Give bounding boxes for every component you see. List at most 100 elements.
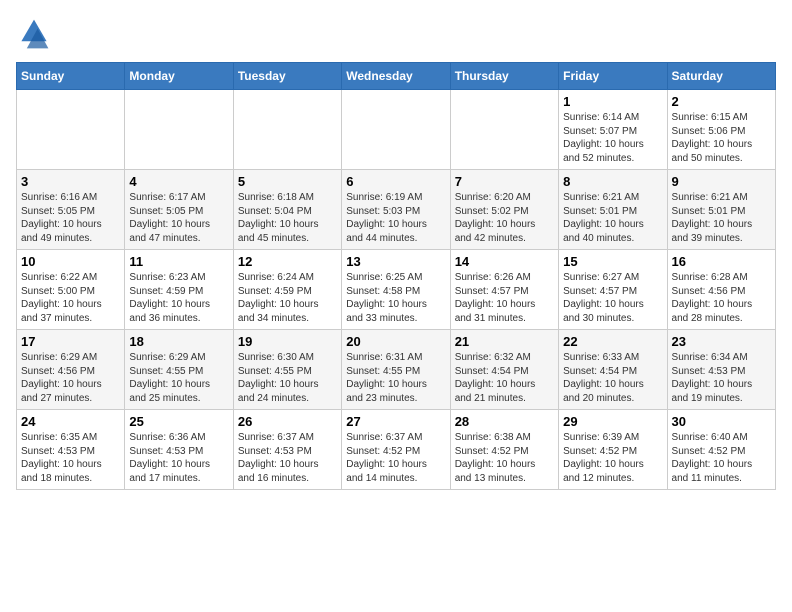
calendar-cell: 8Sunrise: 6:21 AM Sunset: 5:01 PM Daylig… [559,170,667,250]
day-number: 21 [455,334,554,349]
day-info: Sunrise: 6:39 AM Sunset: 4:52 PM Dayligh… [563,431,662,485]
calendar-cell: 24 Sunrise: 6:35 AM Sunset: 4:53 PM Dayli… [17,410,125,490]
day-number: 23 [672,334,771,349]
day-info: Sunrise: 6:21 AM Sunset: 5:01 PM Dayligh… [672,191,771,245]
day-info: Sunrise: 6:38 AM Sunset: 4:52 PM Dayligh… [455,431,554,485]
calendar-cell: 18 Sunrise: 6:29 AM Sunset: 4:55 PM Dayli… [125,330,233,410]
calendar-cell: 13 Sunrise: 6:25 AM Sunset: 4:58 PM Dayli… [342,250,450,330]
day-info: Sunrise: 6:27 AM Sunset: 4:57 PM Dayligh… [563,271,662,325]
day-info: Sunrise: 6:29 AM Sunset: 4:56 PM Dayligh… [21,351,120,405]
calendar-week: 24 Sunrise: 6:35 AM Sunset: 4:53 PM Dayli… [17,410,776,490]
day-number: 14 [455,254,554,269]
day-number: 19 [238,334,337,349]
weekday-header: Sunday [17,63,125,90]
day-info: Sunrise: 6:16 AM Sunset: 5:05 PM Dayligh… [21,191,120,245]
calendar-cell: 23 Sunrise: 6:34 AM Sunset: 4:53 PM Dayli… [667,330,775,410]
day-number: 2 [672,94,771,109]
calendar-cell: 26Sunrise: 6:37 AM Sunset: 4:53 PM Dayli… [233,410,341,490]
calendar-cell [342,90,450,170]
day-info: Sunrise: 6:14 AM Sunset: 5:07 PM Dayligh… [563,111,662,165]
day-number: 8 [563,174,662,189]
calendar-week: 17 Sunrise: 6:29 AM Sunset: 4:56 PM Dayli… [17,330,776,410]
calendar-cell: 27Sunrise: 6:37 AM Sunset: 4:52 PM Dayli… [342,410,450,490]
day-number: 16 [672,254,771,269]
day-number: 20 [346,334,445,349]
weekday-header: Tuesday [233,63,341,90]
day-info: Sunrise: 6:23 AM Sunset: 4:59 PM Dayligh… [129,271,228,325]
day-info: Sunrise: 6:35 AM Sunset: 4:53 PM Dayligh… [21,431,120,485]
day-number: 9 [672,174,771,189]
day-number: 17 [21,334,120,349]
calendar-week: 3 Sunrise: 6:16 AM Sunset: 5:05 PM Daylig… [17,170,776,250]
calendar-cell: 29Sunrise: 6:39 AM Sunset: 4:52 PM Dayli… [559,410,667,490]
calendar-cell: 15 Sunrise: 6:27 AM Sunset: 4:57 PM Dayli… [559,250,667,330]
day-number: 4 [129,174,228,189]
day-info: Sunrise: 6:30 AM Sunset: 4:55 PM Dayligh… [238,351,337,405]
calendar-body: 1 Sunrise: 6:14 AM Sunset: 5:07 PM Daylig… [17,90,776,490]
day-number: 11 [129,254,228,269]
day-info: Sunrise: 6:25 AM Sunset: 4:58 PM Dayligh… [346,271,445,325]
day-info: Sunrise: 6:19 AM Sunset: 5:03 PM Dayligh… [346,191,445,245]
calendar-cell: 12 Sunrise: 6:24 AM Sunset: 4:59 PM Dayli… [233,250,341,330]
logo [16,16,56,52]
weekday-header: Thursday [450,63,558,90]
day-info: Sunrise: 6:37 AM Sunset: 4:53 PM Dayligh… [238,431,337,485]
calendar-cell: 21 Sunrise: 6:32 AM Sunset: 4:54 PM Dayli… [450,330,558,410]
day-number: 6 [346,174,445,189]
day-number: 22 [563,334,662,349]
day-info: Sunrise: 6:31 AM Sunset: 4:55 PM Dayligh… [346,351,445,405]
calendar-table: SundayMondayTuesdayWednesdayThursdayFrid… [16,62,776,490]
day-number: 3 [21,174,120,189]
calendar-cell: 11 Sunrise: 6:23 AM Sunset: 4:59 PM Dayli… [125,250,233,330]
day-number: 27 [346,414,445,429]
header [16,16,776,52]
calendar-cell: 2 Sunrise: 6:15 AM Sunset: 5:06 PM Daylig… [667,90,775,170]
calendar-cell: 9 Sunrise: 6:21 AM Sunset: 5:01 PM Daylig… [667,170,775,250]
day-number: 1 [563,94,662,109]
day-info: Sunrise: 6:15 AM Sunset: 5:06 PM Dayligh… [672,111,771,165]
calendar-cell: 1 Sunrise: 6:14 AM Sunset: 5:07 PM Daylig… [559,90,667,170]
calendar-cell: 4 Sunrise: 6:17 AM Sunset: 5:05 PM Daylig… [125,170,233,250]
calendar-cell [233,90,341,170]
day-info: Sunrise: 6:40 AM Sunset: 4:52 PM Dayligh… [672,431,771,485]
day-info: Sunrise: 6:36 AM Sunset: 4:53 PM Dayligh… [129,431,228,485]
calendar-cell: 14 Sunrise: 6:26 AM Sunset: 4:57 PM Dayli… [450,250,558,330]
logo-icon [16,16,52,52]
day-number: 10 [21,254,120,269]
calendar-cell [17,90,125,170]
calendar-cell: 6 Sunrise: 6:19 AM Sunset: 5:03 PM Daylig… [342,170,450,250]
calendar-cell [125,90,233,170]
weekday-header: Saturday [667,63,775,90]
day-number: 15 [563,254,662,269]
day-number: 30 [672,414,771,429]
calendar-cell: 25Sunrise: 6:36 AM Sunset: 4:53 PM Dayli… [125,410,233,490]
day-info: Sunrise: 6:28 AM Sunset: 4:56 PM Dayligh… [672,271,771,325]
calendar-cell: 16 Sunrise: 6:28 AM Sunset: 4:56 PM Dayli… [667,250,775,330]
day-info: Sunrise: 6:22 AM Sunset: 5:00 PM Dayligh… [21,271,120,325]
calendar-cell: 17 Sunrise: 6:29 AM Sunset: 4:56 PM Dayli… [17,330,125,410]
day-number: 12 [238,254,337,269]
weekday-header: Friday [559,63,667,90]
calendar-cell: 3 Sunrise: 6:16 AM Sunset: 5:05 PM Daylig… [17,170,125,250]
day-info: Sunrise: 6:34 AM Sunset: 4:53 PM Dayligh… [672,351,771,405]
day-info: Sunrise: 6:17 AM Sunset: 5:05 PM Dayligh… [129,191,228,245]
day-number: 24 [21,414,120,429]
calendar-cell: 20 Sunrise: 6:31 AM Sunset: 4:55 PM Dayli… [342,330,450,410]
weekday-header: Wednesday [342,63,450,90]
calendar-cell: 5Sunrise: 6:18 AM Sunset: 5:04 PM Daylig… [233,170,341,250]
calendar-week: 1 Sunrise: 6:14 AM Sunset: 5:07 PM Daylig… [17,90,776,170]
weekday-header: Monday [125,63,233,90]
day-number: 13 [346,254,445,269]
calendar-cell: 19 Sunrise: 6:30 AM Sunset: 4:55 PM Dayli… [233,330,341,410]
day-info: Sunrise: 6:20 AM Sunset: 5:02 PM Dayligh… [455,191,554,245]
day-number: 5 [238,174,337,189]
calendar-cell: 22Sunrise: 6:33 AM Sunset: 4:54 PM Dayli… [559,330,667,410]
day-number: 18 [129,334,228,349]
day-number: 28 [455,414,554,429]
day-info: Sunrise: 6:24 AM Sunset: 4:59 PM Dayligh… [238,271,337,325]
day-info: Sunrise: 6:29 AM Sunset: 4:55 PM Dayligh… [129,351,228,405]
calendar-cell: 7Sunrise: 6:20 AM Sunset: 5:02 PM Daylig… [450,170,558,250]
calendar-cell: 10 Sunrise: 6:22 AM Sunset: 5:00 PM Dayli… [17,250,125,330]
day-info: Sunrise: 6:26 AM Sunset: 4:57 PM Dayligh… [455,271,554,325]
day-info: Sunrise: 6:32 AM Sunset: 4:54 PM Dayligh… [455,351,554,405]
